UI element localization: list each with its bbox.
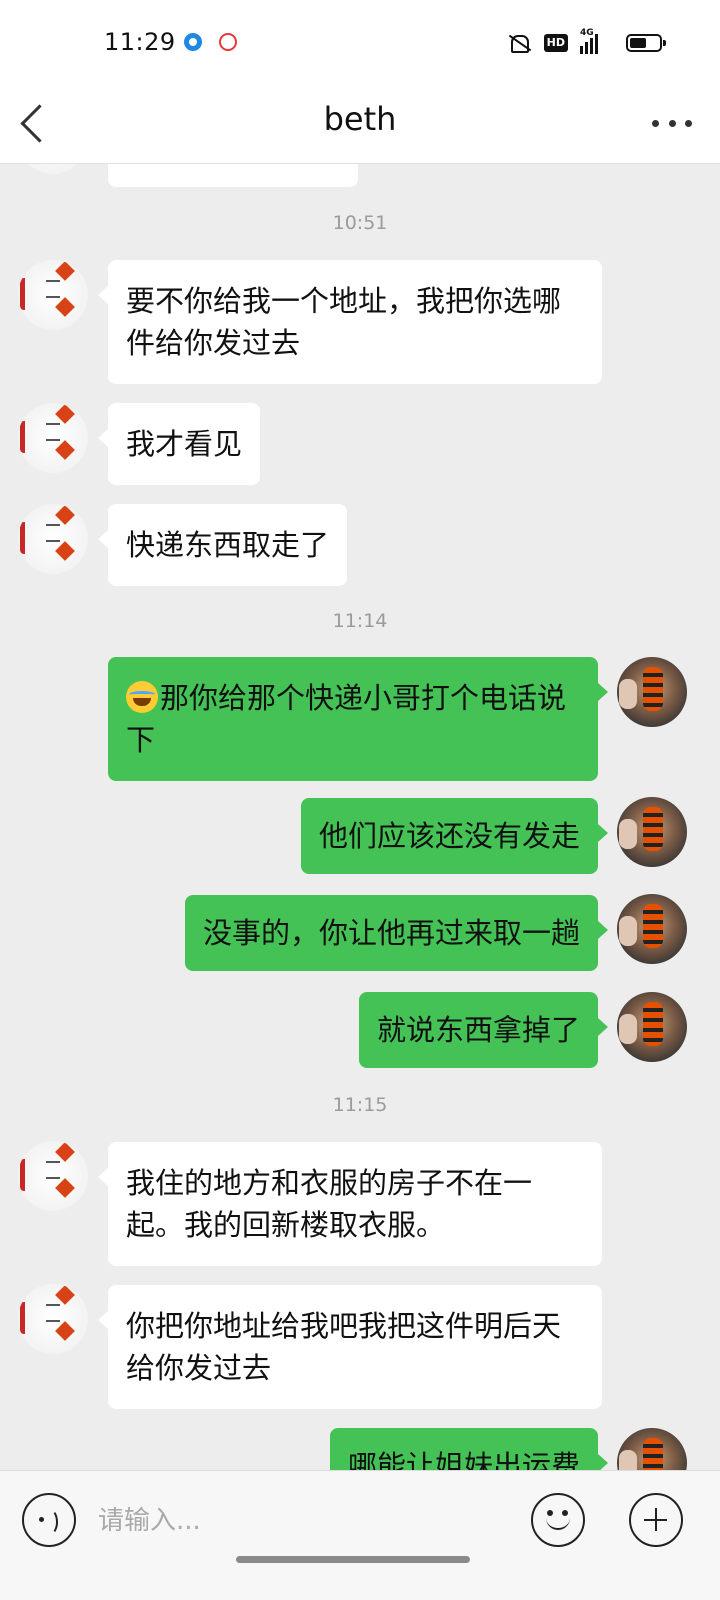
sent-message-text: 那你给那个快递小哥打个电话说下 <box>126 681 567 757</box>
network-type-label: 4G <box>580 28 594 38</box>
app-notification-icon <box>184 33 202 51</box>
my-avatar[interactable] <box>617 657 687 727</box>
message-bubble-partial[interactable] <box>108 164 358 187</box>
contact-avatar[interactable] <box>18 1284 88 1354</box>
timestamp: 10:51 <box>332 212 388 234</box>
contact-avatar[interactable] <box>18 1141 88 1211</box>
battery-icon <box>626 34 666 52</box>
location-app-icon <box>219 33 237 51</box>
my-avatar[interactable] <box>617 894 687 964</box>
more-options-button[interactable] <box>652 108 692 138</box>
sent-message-bubble[interactable]: 哪能让姐妹出运费 <box>329 1428 609 1470</box>
timestamp: 11:14 <box>332 610 388 632</box>
received-message-bubble[interactable]: 我才看见 <box>97 403 261 485</box>
my-avatar[interactable] <box>617 797 687 867</box>
contact-avatar[interactable] <box>18 260 88 330</box>
status-bar: 11:29 HD 4G <box>0 0 720 82</box>
status-icons: HD 4G <box>506 28 666 56</box>
hd-icon: HD <box>543 34 568 52</box>
chat-header: beth <box>0 82 720 164</box>
timestamp: 11:15 <box>332 1094 388 1116</box>
mute-icon <box>506 32 532 54</box>
contact-avatar[interactable] <box>18 403 88 473</box>
signal-icon: 4G <box>580 28 610 54</box>
sent-message-bubble[interactable]: 那你给那个快递小哥打个电话说下 <box>108 657 608 781</box>
home-indicator[interactable] <box>236 1556 470 1563</box>
sent-message-bubble[interactable]: 就说东西拿掉了 <box>358 992 609 1068</box>
sent-message-bubble[interactable]: 他们应该还没有发走 <box>300 798 609 874</box>
voice-input-button[interactable] <box>22 1493 76 1547</box>
received-message-bubble[interactable]: 快递东西取走了 <box>97 504 348 586</box>
more-dots-icon <box>652 119 659 127</box>
chat-message-list[interactable]: 10:51 要不你给我一个地址，我把你选哪件给你发过去 我才看见 快递东西取走了… <box>0 164 720 1470</box>
chat-title: beth <box>323 100 397 138</box>
message-input-bar <box>0 1470 720 1600</box>
received-message-bubble[interactable]: 要不你给我一个地址，我把你选哪件给你发过去 <box>98 260 602 384</box>
sent-message-bubble[interactable]: 没事的，你让他再过来取一趟 <box>184 895 609 971</box>
contact-avatar[interactable] <box>18 164 88 174</box>
emoji-button[interactable] <box>531 1493 585 1547</box>
my-avatar[interactable] <box>617 1428 687 1470</box>
received-message-bubble[interactable]: 我住的地方和衣服的房子不在一起。我的回新楼取衣服。 <box>98 1142 602 1266</box>
more-actions-button[interactable] <box>629 1493 683 1547</box>
my-avatar[interactable] <box>617 992 687 1062</box>
message-input[interactable] <box>98 1501 498 1541</box>
tears-of-joy-emoji-icon <box>126 681 158 713</box>
received-message-bubble[interactable]: 你把你地址给我吧我把这件明后天给你发过去 <box>98 1285 602 1409</box>
contact-avatar[interactable] <box>18 504 88 574</box>
status-time: 11:29 <box>104 28 176 56</box>
